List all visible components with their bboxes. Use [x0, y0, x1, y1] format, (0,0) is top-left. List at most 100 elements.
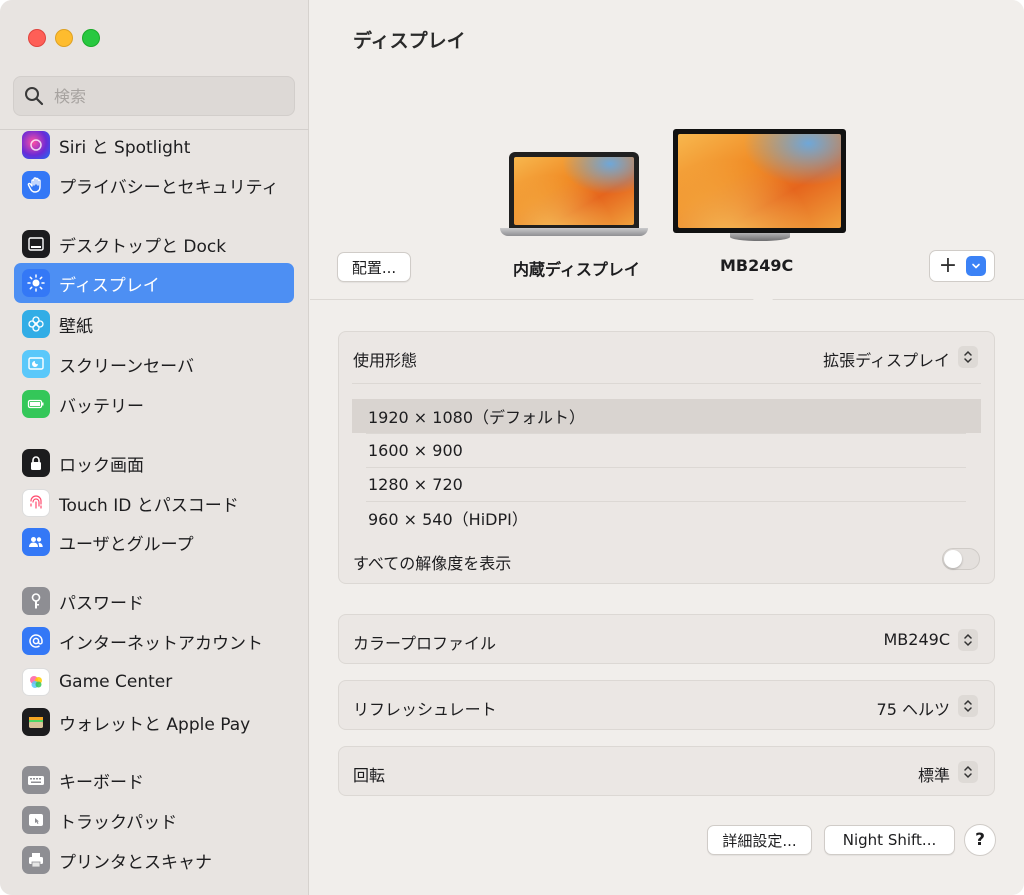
- search-input[interactable]: [54, 86, 274, 106]
- sidebar-item-wallpaper[interactable]: 壁紙: [14, 304, 294, 344]
- rotation-value[interactable]: 標準: [918, 762, 950, 786]
- sidebar-item-label: プリンタとスキャナ: [59, 852, 212, 873]
- minimize-button[interactable]: [55, 29, 73, 47]
- wallpaper-image: [514, 157, 634, 225]
- builtin-display-name[interactable]: 内蔵ディスプレイ: [513, 256, 640, 280]
- users-icon: [22, 528, 50, 556]
- refresh-rate-label: リフレッシュレート: [353, 700, 497, 719]
- usage-stepper[interactable]: [958, 346, 978, 368]
- siri-icon: [22, 131, 50, 159]
- sidebar-item-label: バッテリー: [59, 396, 144, 417]
- up-down-chevron-icon: [964, 699, 972, 713]
- fingerprint-icon: [22, 489, 50, 517]
- rotation-label: 回転: [353, 766, 386, 785]
- resolution-panel: 使用形態 拡張ディスプレイ 1920 × 1080（デフォルト） 1600 × …: [338, 331, 995, 584]
- sidebar-item-trackpad[interactable]: トラックパッド: [14, 800, 294, 840]
- sidebar-item-label: ウォレットと Apple Pay: [59, 714, 251, 735]
- sidebar-item-screensaver[interactable]: スクリーンセーバ: [14, 344, 294, 384]
- show-all-resolutions-label: すべての解像度を表示: [353, 554, 512, 573]
- key-icon: [22, 587, 50, 615]
- at-icon: [22, 627, 50, 655]
- rotation-stepper[interactable]: [958, 761, 978, 783]
- sidebar-item-label: ロック画面: [59, 455, 144, 476]
- usage-label: 使用形態: [353, 351, 418, 370]
- gamecenter-icon: [22, 668, 50, 696]
- sidebar-item-label: プライバシーとセキュリティ: [59, 177, 279, 198]
- advanced-settings-button[interactable]: 詳細設定...: [707, 825, 812, 855]
- resolution-option[interactable]: 960 × 540（HiDPI）: [352, 501, 981, 535]
- trackpad-icon: [22, 806, 50, 834]
- sidebar-item-battery[interactable]: バッテリー: [14, 384, 294, 424]
- laptop-base: [500, 228, 648, 236]
- zoom-button[interactable]: [82, 29, 100, 47]
- lock-icon: [22, 449, 50, 477]
- sidebar-item-desktop-dock[interactable]: デスクトップと Dock: [14, 224, 294, 264]
- refresh-rate-value[interactable]: 75 ヘルツ: [877, 696, 950, 720]
- close-button[interactable]: [28, 29, 46, 47]
- sidebar-item-label: Siri と Spotlight: [59, 137, 191, 158]
- page-title: ディスプレイ: [353, 30, 466, 52]
- refresh-rate-stepper[interactable]: [958, 695, 978, 717]
- battery-icon: [22, 390, 50, 418]
- sun-icon: [22, 269, 50, 297]
- sidebar-item-game-center[interactable]: Game Center: [14, 662, 294, 702]
- sidebar-item-internet-accounts[interactable]: インターネットアカウント: [14, 621, 294, 661]
- keyboard-icon: [22, 766, 50, 794]
- display-arrangement-area: ディスプレイ 配置... 内蔵ディスプレイ MB249C +: [310, 0, 1024, 301]
- wallpaper-image: [678, 134, 841, 228]
- resolution-option[interactable]: 1600 × 900: [352, 433, 981, 467]
- color-profile-stepper[interactable]: [958, 629, 978, 651]
- wallet-icon: [22, 708, 50, 736]
- sidebar-item-label: デスクトップと Dock: [59, 236, 227, 257]
- sidebar-item-label: インターネットアカウント: [59, 633, 263, 654]
- arrange-button[interactable]: 配置...: [337, 252, 411, 282]
- selected-display-pointer: [752, 289, 774, 301]
- main-content: ディスプレイ 配置... 内蔵ディスプレイ MB249C + 使用形態 拡張ディ…: [310, 0, 1024, 895]
- color-profile-row: カラープロファイル MB249C: [338, 614, 995, 664]
- add-display-button[interactable]: +: [930, 251, 966, 281]
- dock-icon: [22, 230, 50, 258]
- resolution-option[interactable]: 1280 × 720: [352, 467, 981, 501]
- search-icon: [25, 87, 44, 106]
- sidebar-item-label: 壁紙: [59, 316, 93, 337]
- up-down-chevron-icon: [964, 633, 972, 647]
- monitor-stand: [729, 233, 790, 241]
- builtin-display-thumbnail[interactable]: [500, 152, 648, 236]
- external-display-thumbnail[interactable]: [673, 129, 846, 241]
- sidebar-item-keyboard[interactable]: キーボード: [14, 760, 294, 800]
- sidebar-item-label: スクリーンセーバ: [59, 356, 194, 377]
- printer-icon: [22, 846, 50, 874]
- sidebar-item-displays[interactable]: ディスプレイ: [14, 263, 294, 303]
- refresh-rate-row: リフレッシュレート 75 ヘルツ: [338, 680, 995, 730]
- color-profile-value[interactable]: MB249C: [884, 630, 951, 649]
- sidebar-item-label: Game Center: [59, 672, 173, 692]
- up-down-chevron-icon: [964, 765, 972, 779]
- resolution-option[interactable]: 1920 × 1080（デフォルト）: [352, 399, 981, 433]
- chevron-down-icon[interactable]: [966, 256, 986, 276]
- sidebar-item-label: ディスプレイ: [59, 275, 160, 296]
- sidebar-item-printers[interactable]: プリンタとスキャナ: [14, 840, 294, 880]
- add-display-control[interactable]: +: [929, 250, 995, 282]
- up-down-chevron-icon: [964, 350, 972, 364]
- color-profile-label: カラープロファイル: [353, 634, 497, 653]
- help-button[interactable]: ?: [964, 824, 996, 856]
- sidebar: Siri と Spotlight プライバシーとセキュリティ デスクトップと D…: [0, 0, 309, 895]
- system-settings-window: Siri と Spotlight プライバシーとセキュリティ デスクトップと D…: [0, 0, 1024, 895]
- sidebar-item-lock-screen[interactable]: ロック画面: [14, 443, 294, 483]
- sidebar-item-label: Touch ID とパスコード: [59, 495, 239, 516]
- usage-value[interactable]: 拡張ディスプレイ: [823, 347, 950, 371]
- external-display-name[interactable]: MB249C: [720, 256, 793, 275]
- sidebar-item-privacy[interactable]: プライバシーとセキュリティ: [14, 165, 294, 205]
- sidebar-item-wallet[interactable]: ウォレットと Apple Pay: [14, 702, 294, 742]
- night-shift-button[interactable]: Night Shift...: [824, 825, 955, 855]
- show-all-resolutions-toggle[interactable]: [942, 548, 980, 570]
- sidebar-item-siri[interactable]: Siri と Spotlight: [14, 125, 294, 165]
- window-controls: [28, 29, 100, 47]
- search-field[interactable]: [13, 76, 295, 116]
- sidebar-item-passwords[interactable]: パスワード: [14, 581, 294, 621]
- laptop-screen: [509, 152, 639, 228]
- sidebar-item-users-groups[interactable]: ユーザとグループ: [14, 522, 294, 562]
- sidebar-item-touch-id[interactable]: Touch ID とパスコード: [14, 483, 294, 523]
- sidebar-item-label: パスワード: [59, 593, 144, 614]
- flower-icon: [22, 310, 50, 338]
